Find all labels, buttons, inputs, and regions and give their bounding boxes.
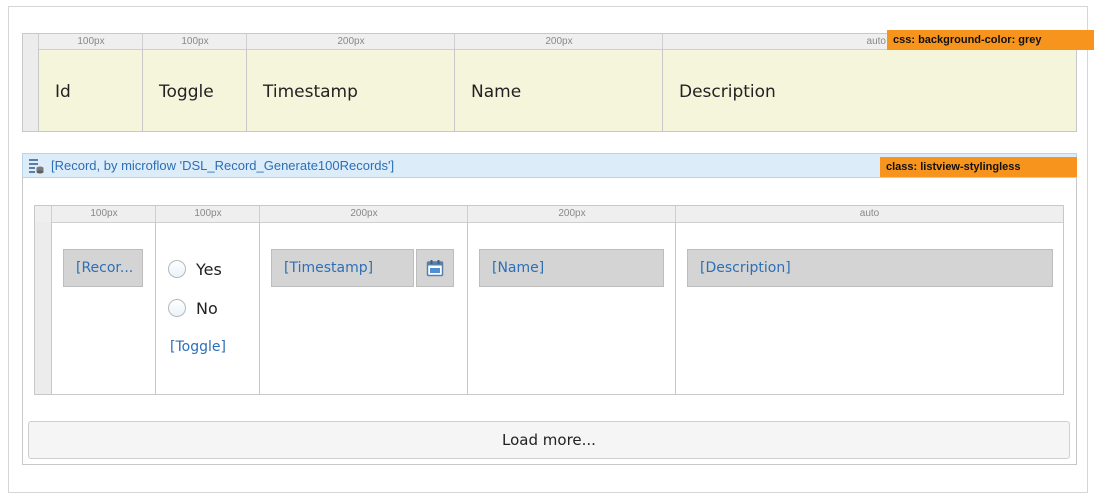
ruler-cell: 200px <box>454 34 663 49</box>
listview-icon <box>29 159 44 174</box>
ruler-cell: 100px <box>38 34 143 49</box>
ruler-cell: auto <box>675 206 1063 222</box>
item-column-ruler: 100px 100px 200px 200px auto <box>35 206 1063 223</box>
header-table: 100px 100px 200px 200px auto Id Toggle T… <box>22 30 1094 132</box>
cell-timestamp: [Timestamp] <box>259 222 467 394</box>
ruler-cell: 100px <box>51 206 156 222</box>
name-field[interactable]: [Name] <box>479 249 664 287</box>
description-field[interactable]: [Description] <box>687 249 1053 287</box>
calendar-icon <box>426 260 444 277</box>
column-header-name: Name <box>454 49 662 131</box>
radio-button-no[interactable] <box>168 299 186 317</box>
toggle-caption: [Toggle] <box>170 339 226 355</box>
cell-toggle: Yes No [Toggle] <box>155 222 259 394</box>
row-strip <box>35 222 52 394</box>
calendar-button[interactable] <box>416 249 454 287</box>
css-annotation-tag: css: background-color: grey <box>887 30 1094 50</box>
radio-no-label: No <box>196 299 218 318</box>
cell-name: [Name] <box>467 222 675 394</box>
id-field[interactable]: [Recor... <box>63 249 143 287</box>
column-header-toggle: Toggle <box>142 49 246 131</box>
row-strip <box>23 34 39 131</box>
class-annotation-tag: class: listview-stylingless <box>880 157 1077 177</box>
radio-yes-label: Yes <box>196 260 222 279</box>
ruler-cell: 200px <box>259 206 468 222</box>
cell-description: [Description] <box>675 222 1063 394</box>
ruler-cell: 200px <box>246 34 455 49</box>
ruler-cell: 100px <box>142 34 247 49</box>
column-header-description: Description <box>662 49 1076 131</box>
cell-id: [Recor... <box>51 222 155 394</box>
column-header-timestamp: Timestamp <box>246 49 454 131</box>
listview-item-table: 100px 100px 200px 200px auto [Recor... Y… <box>34 205 1064 395</box>
radio-button-yes[interactable] <box>168 260 186 278</box>
column-header-id: Id <box>38 49 142 131</box>
ruler-cell: 100px <box>155 206 260 222</box>
listview-title: [Record, by microflow 'DSL_Record_Genera… <box>51 158 395 173</box>
listview-header[interactable]: [Record, by microflow 'DSL_Record_Genera… <box>22 153 1077 178</box>
timestamp-field[interactable]: [Timestamp] <box>271 249 414 287</box>
ruler-cell: 200px <box>467 206 676 222</box>
load-more-button[interactable]: Load more... <box>28 421 1070 459</box>
